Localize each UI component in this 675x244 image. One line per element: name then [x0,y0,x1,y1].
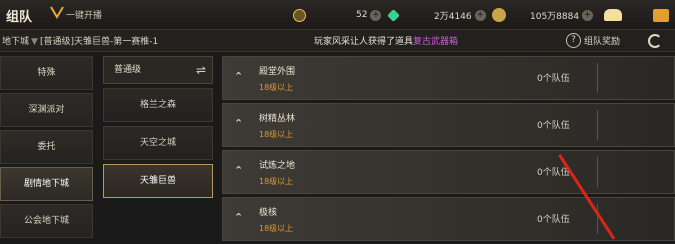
dungeon-row[interactable]: ⌃ 树精丛林 18级以上 0个队伍 [222,103,675,147]
dungeon-level: 18级以上 [259,177,294,186]
category-sidebar: 特殊 深渊派对 委托 剧情地下城 公会地下城 [0,56,93,241]
currency-silver: 2万4146 + [434,7,509,23]
gold-coin-icon [491,8,506,22]
dungeon-list: ⌃ 殿堂外围 18级以上 0个队伍 ⌃ 树精丛林 18级以上 0个队伍 ⌃ 试炼… [222,56,675,244]
quick-stream-label: 一键开播 [66,10,103,21]
team-count: 0个队伍 [537,215,570,225]
sidebar-item-special[interactable]: 特殊 [0,56,93,90]
mail-icon[interactable] [653,7,669,23]
dungeon-level: 18级以上 [259,130,294,139]
team-reward-button[interactable]: ? 组队奖励 [566,33,620,48]
currency-gold-value: 105万8884 [530,11,580,22]
gift-icon[interactable] [604,7,622,23]
breadcrumb-bar: 地下城 ▼ [普通级]天雏巨兽-第一赛椎-1 玩家风采让人获得了道具复古武器箱 ? … [0,30,675,52]
currency-gold: 105万8884 + [530,7,594,23]
divider [597,63,598,93]
antenna-icon [48,5,66,23]
breadcrumb-path: [普通级]天雏巨兽-第一赛椎-1 [39,37,159,47]
team-count: 0个队伍 [537,121,570,131]
top-bar: 组队 一键开播 52 + 2万4146 + 105万8884 + [0,0,675,30]
location-item-sky-city[interactable]: 天空之城 [103,126,213,160]
difficulty-dropdown[interactable]: 普通级 ⇌ [103,56,213,84]
dungeon-row[interactable]: ⌃ 殿堂外围 18级以上 0个队伍 [222,56,675,100]
energy-icon [290,7,309,23]
chevron-up-icon: ⌃ [234,164,244,177]
dungeon-name: 殿堂外围 [259,67,296,77]
add-icon[interactable]: + [474,9,486,21]
page-title: 组队 [6,10,33,25]
divider [597,110,598,140]
chevron-up-icon: ⌃ [234,117,244,130]
sidebar-item-guild-dungeon[interactable]: 公会地下城 [0,204,93,238]
chevron-up-icon: ⌃ [234,70,244,83]
dungeon-name: 极核 [259,208,278,218]
location-item-tianchu-beast[interactable]: 天雏巨兽 [103,164,213,198]
breadcrumb[interactable]: 地下城 ▼ [普通级]天雏巨兽-第一赛椎-1 [2,34,158,47]
divider [597,204,598,234]
sidebar-item-commission[interactable]: 委托 [0,130,93,164]
ticker-text: 玩家风采让人获得了道具 [314,37,414,47]
breadcrumb-root: 地下城 [2,37,30,47]
refresh-icon[interactable] [648,34,662,48]
location-column: 普通级 ⇌ 格兰之森 天空之城 天雏巨兽 [103,56,213,198]
dungeon-row[interactable]: ⌃ 试炼之地 18级以上 0个队伍 [222,150,675,194]
team-count: 0个队伍 [537,74,570,84]
sidebar-item-story-dungeon[interactable]: 剧情地下城 [0,167,93,201]
location-item-grand-forest[interactable]: 格兰之森 [103,88,213,122]
crystal-icon [387,8,401,22]
dungeon-name: 树精丛林 [259,114,296,124]
divider [597,157,598,187]
currency-crystal-value: 52 [356,10,368,20]
add-icon[interactable]: + [370,9,382,21]
dungeon-row[interactable]: ⌃ 极核 18级以上 0个队伍 [222,197,675,241]
currency-crystal: 52 + [356,7,401,23]
swap-icon: ⇌ [195,63,206,77]
dungeon-level: 18级以上 [259,224,294,233]
announcement-ticker: 玩家风采让人获得了道具复古武器箱 [314,34,458,47]
dropdown-caret-icon: ▼ [31,37,38,47]
dungeon-name: 试炼之地 [259,161,296,171]
add-icon[interactable]: + [582,9,594,21]
sidebar-item-abyss-party[interactable]: 深渊派对 [0,93,93,127]
currency-silver-value: 2万4146 [434,11,472,22]
quick-stream-button[interactable]: 一键开播 [48,4,102,24]
help-icon: ? [566,33,581,48]
dungeon-level: 18级以上 [259,83,294,92]
team-reward-label: 组队奖励 [584,37,621,47]
difficulty-label: 普通级 [114,65,142,75]
chevron-up-icon: ⌃ [234,211,244,224]
ticker-item: 复古武器箱 [413,37,459,47]
